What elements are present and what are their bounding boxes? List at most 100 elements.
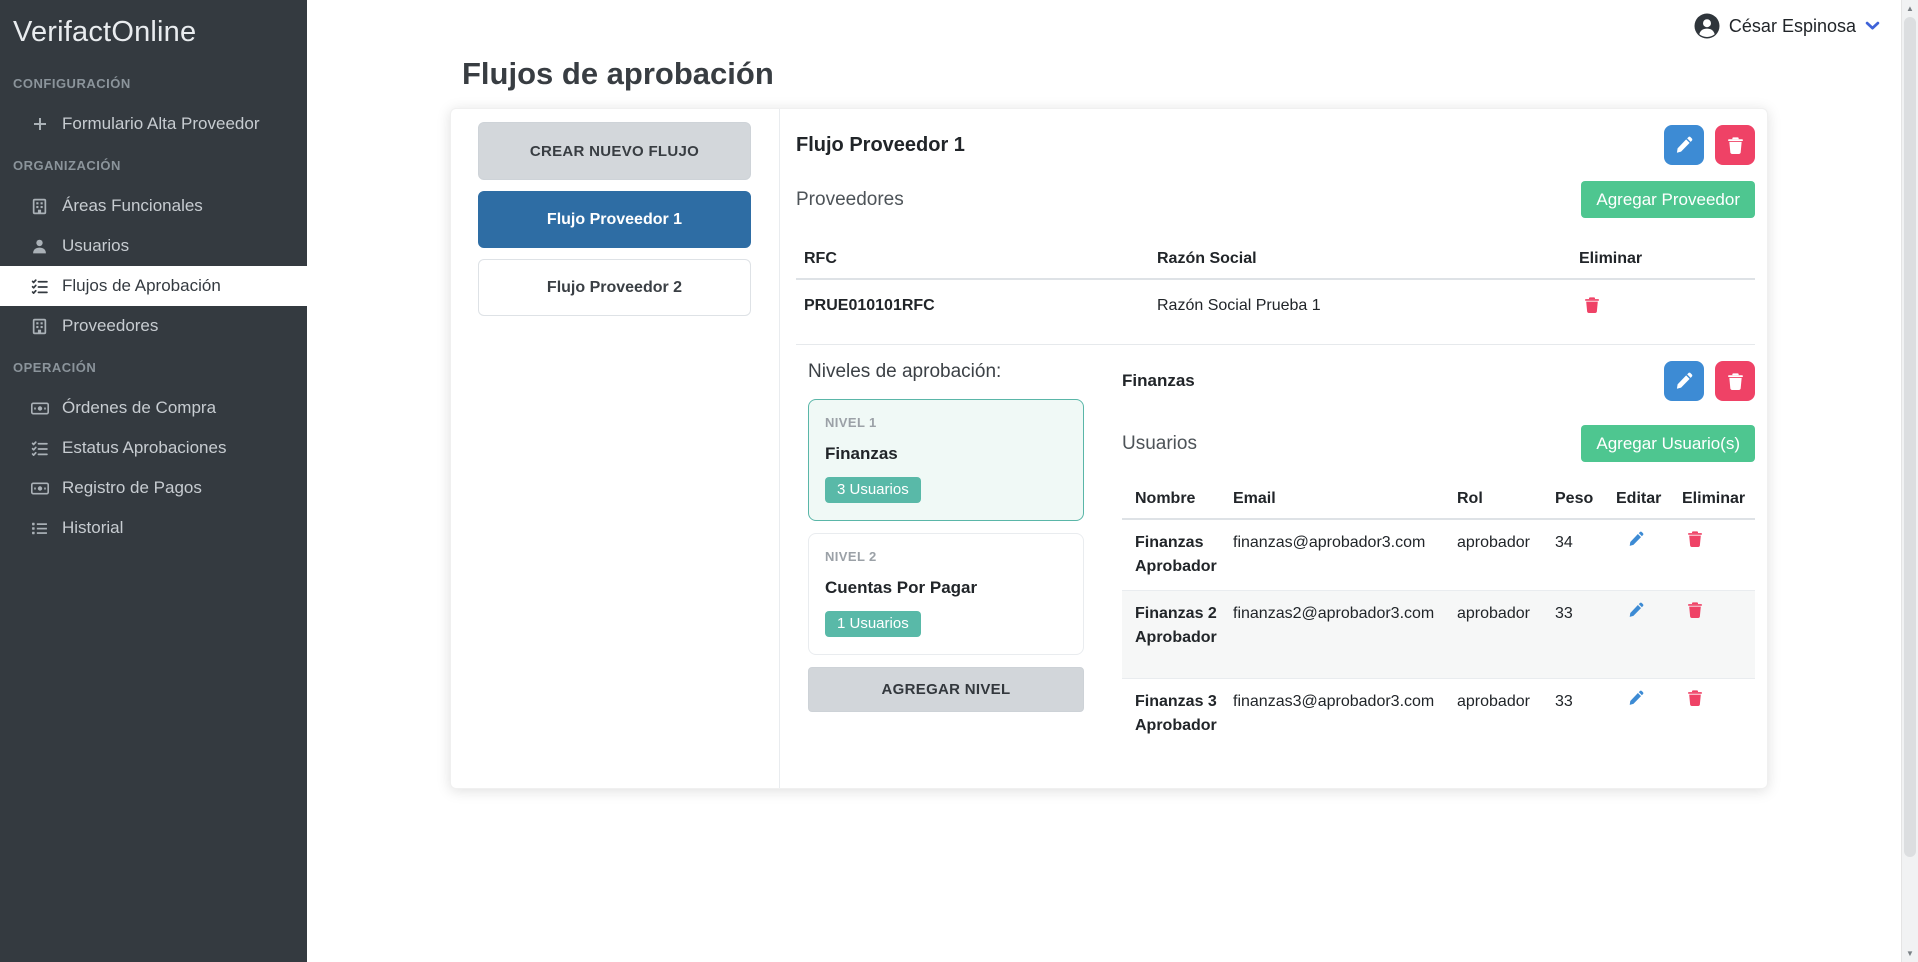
users-heading: Usuarios (1122, 433, 1197, 455)
chevron-down-icon (1865, 21, 1880, 31)
col-header-rol: Rol (1452, 482, 1550, 519)
sidebar-item-areas-funcionales[interactable]: Áreas Funcionales (0, 186, 307, 226)
providers-table: RFC Razón Social Eliminar PRUE010101RFC … (796, 240, 1755, 336)
building-icon (30, 318, 49, 335)
col-header-peso: Peso (1550, 482, 1611, 519)
pencil-icon (1675, 136, 1693, 154)
sidebar-item-label: Órdenes de Compra (62, 398, 216, 418)
sidebar-section-operacion: OPERACIÓN (0, 356, 307, 380)
user-nombre: Finanzas 3 Aprobador (1122, 679, 1228, 779)
provider-rfc: PRUE010101RFC (796, 279, 1149, 336)
level-name: Cuentas Por Pagar (825, 578, 1067, 598)
sidebar-item-proveedores[interactable]: Proveedores (0, 306, 307, 346)
create-flow-button[interactable]: CREAR NUEVO FLUJO (478, 122, 751, 180)
edit-flow-button[interactable] (1664, 125, 1704, 165)
level-users-badge: 3 Usuarios (825, 477, 921, 503)
user-icon (30, 238, 49, 255)
sidebar-item-label: Usuarios (62, 236, 129, 256)
sidebar-item-usuarios[interactable]: Usuarios (0, 226, 307, 266)
user-menu[interactable]: César Espinosa (1694, 13, 1880, 39)
edit-user-icon[interactable] (1628, 531, 1644, 547)
flow-button-1[interactable]: Flujo Proveedor 1 (478, 191, 751, 248)
level-tag: NIVEL 1 (825, 415, 1067, 430)
checklist-icon (30, 440, 49, 457)
app-logo[interactable]: VerifactOnline (0, 0, 307, 62)
level-card-2[interactable]: NIVEL 2 Cuentas Por Pagar 1 Usuarios (808, 533, 1084, 655)
level-card-1[interactable]: NIVEL 1 Finanzas 3 Usuarios (808, 399, 1084, 521)
add-provider-button[interactable]: Agregar Proveedor (1581, 181, 1755, 218)
level-users-table: Nombre Email Rol Peso Editar Eliminar Fi… (1122, 482, 1755, 779)
level-detail-panel: Finanzas (1122, 361, 1755, 779)
providers-heading: Proveedores (796, 189, 904, 211)
flow-detail-title: Flujo Proveedor 1 (796, 134, 965, 157)
col-header-eliminar: Eliminar (1677, 482, 1755, 519)
user-email: finanzas3@aprobador3.com (1228, 679, 1452, 779)
level-tag: NIVEL 2 (825, 549, 1067, 564)
delete-user-icon[interactable] (1688, 690, 1702, 706)
edit-level-button[interactable] (1664, 361, 1704, 401)
col-header-nombre: Nombre (1122, 482, 1228, 519)
user-name: César Espinosa (1729, 16, 1856, 37)
sidebar-section-configuracion: CONFIGURACIÓN (0, 72, 307, 96)
level-users-badge: 1 Usuarios (825, 611, 921, 637)
provider-razon-social: Razón Social Prueba 1 (1149, 279, 1571, 336)
sidebar-item-flujos-de-aprobacion[interactable]: Flujos de Aprobación (0, 266, 307, 306)
col-header-razon-social: Razón Social (1149, 240, 1571, 279)
user-nombre: Finanzas 2 Aprobador (1122, 591, 1228, 679)
delete-user-icon[interactable] (1688, 602, 1702, 618)
col-header-eliminar: Eliminar (1571, 240, 1755, 279)
edit-user-icon[interactable] (1628, 690, 1644, 706)
level-name: Finanzas (825, 444, 1067, 464)
sidebar-item-historial[interactable]: Historial (0, 508, 307, 548)
scroll-down-arrow[interactable]: ▼ (1902, 945, 1918, 962)
sidebar-item-label: Proveedores (62, 316, 158, 336)
flow-detail-panel: Flujo Proveedor 1 Proveedores Agregar Pr… (780, 109, 1767, 788)
sidebar-item-estatus-aprobaciones[interactable]: Estatus Aprobaciones (0, 428, 307, 468)
add-level-button[interactable]: AGREGAR NIVEL (808, 667, 1084, 712)
page-title: Flujos de aprobación (462, 56, 774, 92)
sidebar-item-label: Flujos de Aprobación (62, 276, 221, 296)
sidebar-item-registro-de-pagos[interactable]: Registro de Pagos (0, 468, 307, 508)
scroll-up-arrow[interactable]: ▲ (1902, 0, 1918, 17)
table-row: Finanzas Aprobador finanzas@aprobador3.c… (1122, 519, 1755, 591)
scrollbar[interactable]: ▲ ▼ (1901, 0, 1918, 962)
table-row: PRUE010101RFC Razón Social Prueba 1 (796, 279, 1755, 336)
trash-icon (1728, 373, 1743, 390)
sidebar-section-organizacion: ORGANIZACIÓN (0, 154, 307, 178)
add-users-button[interactable]: Agregar Usuario(s) (1581, 425, 1755, 462)
levels-heading: Niveles de aprobación: (808, 361, 1084, 383)
level-detail-title: Finanzas (1122, 371, 1195, 391)
user-email: finanzas@aprobador3.com (1228, 519, 1452, 591)
table-row: Finanzas 3 Aprobador finanzas3@aprobador… (1122, 679, 1755, 779)
sidebar-item-formulario-alta-proveedor[interactable]: Formulario Alta Proveedor (0, 104, 307, 144)
sidebar-item-ordenes-de-compra[interactable]: Órdenes de Compra (0, 388, 307, 428)
user-rol: aprobador (1452, 679, 1550, 779)
list-icon (30, 520, 49, 537)
flow-button-2[interactable]: Flujo Proveedor 2 (478, 259, 751, 316)
user-rol: aprobador (1452, 519, 1550, 591)
approval-flows-card: CREAR NUEVO FLUJO Flujo Proveedor 1 Fluj… (450, 108, 1768, 789)
sidebar-item-label: Formulario Alta Proveedor (62, 114, 259, 134)
banknote-icon (30, 482, 49, 495)
col-header-email: Email (1228, 482, 1452, 519)
edit-user-icon[interactable] (1628, 602, 1644, 618)
trash-icon (1728, 137, 1743, 154)
user-rol: aprobador (1452, 591, 1550, 679)
delete-provider-icon[interactable] (1585, 297, 1599, 313)
sidebar-item-label: Estatus Aprobaciones (62, 438, 226, 458)
sidebar: VerifactOnline CONFIGURACIÓN Formulario … (0, 0, 307, 962)
sidebar-item-label: Áreas Funcionales (62, 196, 203, 216)
delete-level-button[interactable] (1715, 361, 1755, 401)
sidebar-item-label: Registro de Pagos (62, 478, 202, 498)
checklist-icon (30, 278, 49, 295)
col-header-editar: Editar (1611, 482, 1677, 519)
building-icon (30, 198, 49, 215)
delete-user-icon[interactable] (1688, 531, 1702, 547)
levels-section: Niveles de aprobación: NIVEL 1 Finanzas … (796, 344, 1755, 779)
scrollbar-thumb[interactable] (1904, 17, 1916, 857)
delete-flow-button[interactable] (1715, 125, 1755, 165)
levels-list: Niveles de aprobación: NIVEL 1 Finanzas … (808, 361, 1084, 779)
avatar (1694, 13, 1720, 39)
user-peso: 33 (1550, 591, 1611, 679)
user-email: finanzas2@aprobador3.com (1228, 591, 1452, 679)
